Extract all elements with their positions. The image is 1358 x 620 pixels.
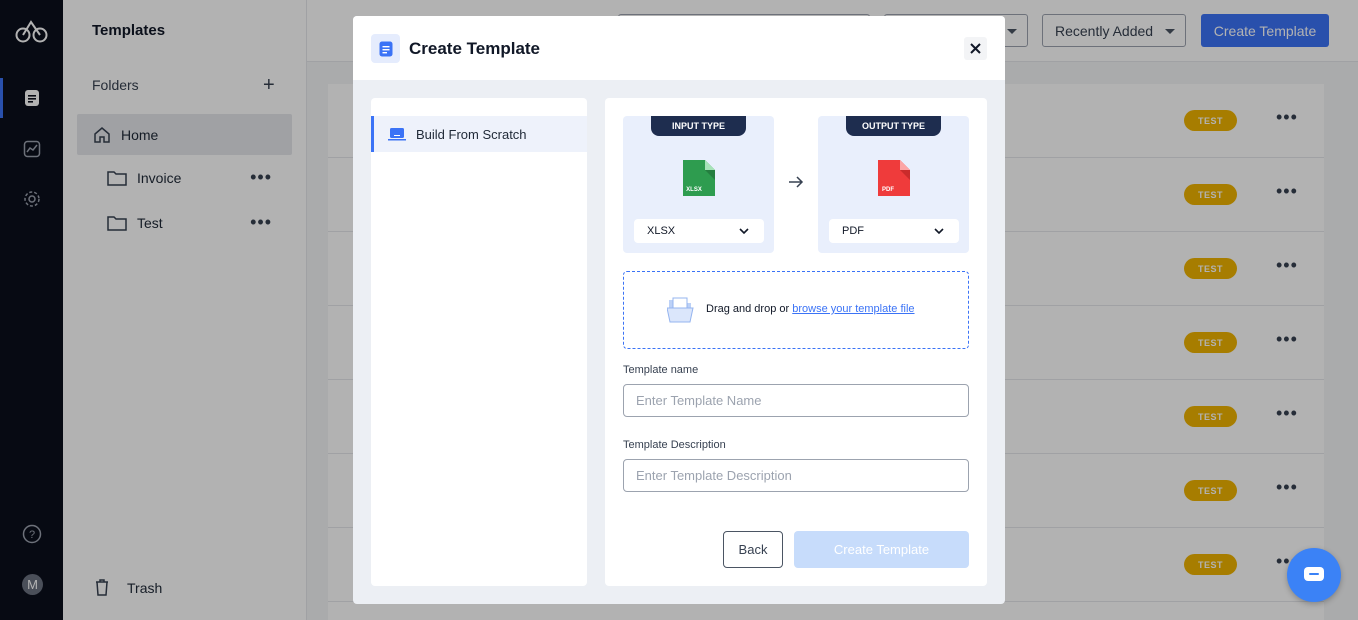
template-name-label: Template name: [623, 364, 699, 376]
laptop-icon: [388, 128, 406, 141]
pdf-file-icon: PDF: [878, 160, 910, 196]
create-template-modal: Create Template Build From Scratch INPUT…: [353, 16, 1005, 604]
output-type-value: PDF: [842, 225, 864, 237]
chevron-down-icon: [739, 228, 749, 235]
arrow-right-icon: [789, 176, 804, 188]
modal-header: Create Template: [353, 16, 1005, 80]
create-template-submit-button[interactable]: Create Template: [794, 531, 969, 568]
close-icon: [970, 43, 981, 54]
back-button[interactable]: Back: [723, 531, 783, 568]
input-type-tag: INPUT TYPE: [651, 116, 746, 136]
pdf-file-label: PDF: [882, 187, 894, 193]
chevron-down-icon: [934, 228, 944, 235]
modal-title: Create Template: [409, 39, 541, 58]
template-description-input[interactable]: [623, 459, 969, 492]
option-label: Build From Scratch: [416, 126, 527, 142]
document-icon: [371, 34, 400, 63]
xlsx-file-icon: XLSX: [683, 160, 715, 196]
template-name-input[interactable]: [623, 384, 969, 417]
input-type-box: INPUT TYPE XLSX XLSX: [623, 116, 774, 253]
dropzone-instruction: Drag and drop or: [706, 303, 790, 315]
input-type-value: XLSX: [647, 225, 676, 237]
xlsx-file-label: XLSX: [686, 187, 702, 193]
output-type-select[interactable]: PDF: [829, 219, 959, 243]
output-type-tag: OUTPUT TYPE: [846, 116, 941, 136]
dropzone-text: Drag and drop or browse your template fi…: [706, 303, 915, 315]
folder-upload-icon: [667, 297, 694, 323]
input-type-select[interactable]: XLSX: [634, 219, 764, 243]
template-description-label: Template Description: [623, 439, 726, 451]
template-form-panel: INPUT TYPE XLSX XLSX OUTPUT TYPE PDF PDF…: [605, 98, 987, 586]
close-button[interactable]: [964, 37, 987, 60]
option-build-from-scratch[interactable]: Build From Scratch: [371, 116, 587, 152]
file-dropzone[interactable]: Drag and drop or browse your template fi…: [623, 271, 969, 349]
output-type-box: OUTPUT TYPE PDF PDF: [818, 116, 969, 253]
chat-icon: [1304, 567, 1324, 581]
chat-button[interactable]: [1287, 548, 1341, 602]
browse-file-link[interactable]: browse your template file: [792, 303, 914, 315]
creation-options-panel: Build From Scratch: [371, 98, 587, 586]
